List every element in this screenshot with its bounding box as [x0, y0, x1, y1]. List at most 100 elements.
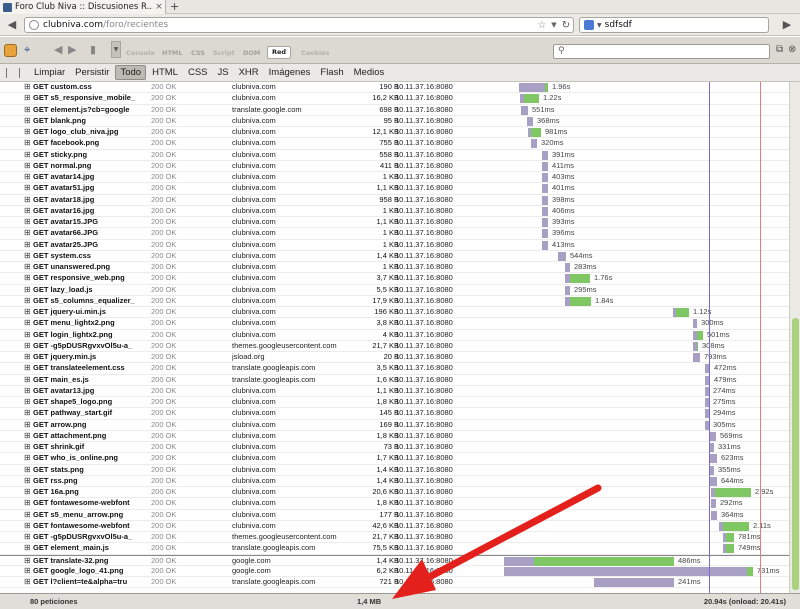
request-url[interactable]: GET jquery-ui.min.js: [33, 307, 147, 318]
request-url[interactable]: GET blank.png: [33, 116, 147, 127]
expand-row-icon[interactable]: ⊞: [24, 556, 32, 567]
request-url[interactable]: GET rss.png: [33, 476, 147, 487]
tab-consola[interactable]: Consola: [126, 49, 155, 57]
expand-row-icon[interactable]: ⊞: [24, 465, 32, 476]
request-row[interactable]: ⊞ GET main_es.js 200 OK translate.googleapi…: [0, 375, 789, 386]
tab-red[interactable]: Red: [267, 46, 292, 59]
request-url[interactable]: GET login_lightx2.png: [33, 330, 147, 341]
expand-row-icon[interactable]: ⊞: [24, 105, 32, 116]
request-row[interactable]: ⊞ GET attachment.png 200 OK clubniva.com 1,8…: [0, 431, 789, 442]
request-row[interactable]: ⊞ GET blank.png 200 OK clubniva.com 95 B 10.1…: [0, 116, 789, 127]
filter-css[interactable]: CSS: [184, 66, 212, 79]
request-url[interactable]: GET avatar51.jpg: [33, 183, 147, 194]
request-url[interactable]: GET fontawesome-webfont: [33, 498, 147, 509]
request-row[interactable]: ⊞ GET -g5pDUSRgvxvOl5u-a_ 200 OK themes.goo…: [0, 532, 789, 544]
request-row[interactable]: ⊞ GET avatar25.JPG 200 OK clubniva.com 1 KB 1…: [0, 240, 789, 251]
request-row[interactable]: ⊞ GET google_logo_41.png 200 OK google.com 6…: [0, 566, 789, 577]
expand-row-icon[interactable]: ⊞: [24, 93, 32, 104]
expand-row-icon[interactable]: ⊞: [24, 498, 32, 509]
inspect-element-icon[interactable]: ⌖: [24, 43, 30, 57]
expand-row-icon[interactable]: ⊞: [24, 285, 32, 296]
request-row[interactable]: ⊞ GET shape5_logo.png 200 OK clubniva.com 1,…: [0, 397, 789, 409]
request-row[interactable]: ⊞ GET who_is_online.png 200 OK clubniva.com…: [0, 453, 789, 465]
request-url[interactable]: GET s5_menu_arrow.png: [33, 510, 147, 521]
filter-xhr[interactable]: XHR: [235, 66, 263, 79]
request-row[interactable]: ⊞ GET element.js?cb=google 200 OK translate…: [0, 105, 789, 116]
request-url[interactable]: GET avatar13.jpg: [33, 386, 147, 397]
expand-row-icon[interactable]: ⊞: [24, 532, 32, 543]
detach-window-icon[interactable]: ⧉: [776, 44, 783, 55]
request-row[interactable]: ⊞ GET l?client=te&alpha=tru 200 OK translat…: [0, 577, 789, 589]
firebug-logo-icon[interactable]: [4, 44, 17, 57]
request-row[interactable]: ⊞ GET facebook.png 200 OK clubniva.com 755 B…: [0, 138, 789, 150]
request-url[interactable]: GET facebook.png: [33, 138, 147, 149]
request-url[interactable]: GET logo_club_niva.jpg: [33, 127, 147, 138]
request-row[interactable]: ⊞ GET translate-32.png 200 OK google.com 1,4…: [0, 554, 789, 567]
expand-row-icon[interactable]: ⊞: [24, 138, 32, 149]
request-url[interactable]: GET arrow.png: [33, 420, 147, 431]
request-url[interactable]: GET unanswered.png: [33, 262, 147, 273]
request-url[interactable]: GET main_es.js: [33, 375, 147, 386]
request-url[interactable]: GET -g5pDUSRgvxvOl5u-a_: [33, 532, 147, 543]
expand-row-icon[interactable]: ⊞: [24, 116, 32, 127]
expand-row-icon[interactable]: ⊞: [24, 476, 32, 487]
request-url[interactable]: GET attachment.png: [33, 431, 147, 442]
expand-row-icon[interactable]: ⊞: [24, 408, 32, 419]
request-url[interactable]: GET element_main.js: [33, 543, 147, 554]
request-row[interactable]: ⊞ GET avatar66.JPG 200 OK clubniva.com 1 KB 1…: [0, 228, 789, 240]
expand-row-icon[interactable]: ⊞: [24, 420, 32, 431]
expand-row-icon[interactable]: ⊞: [24, 375, 32, 386]
request-row[interactable]: ⊞ GET avatar16.jpg 200 OK clubniva.com 1 KB 1…: [0, 206, 789, 217]
expand-row-icon[interactable]: ⊞: [24, 183, 32, 194]
search-bar[interactable]: ▼ sdfsdf: [579, 17, 769, 33]
request-row[interactable]: ⊞ GET lazy_load.js 200 OK clubniva.com 5,5 K…: [0, 285, 789, 296]
request-row[interactable]: ⊞ GET 16a.png 200 OK clubniva.com 20,6 KB 10.…: [0, 487, 789, 499]
expand-row-icon[interactable]: ⊞: [24, 251, 32, 262]
close-firebug-icon[interactable]: ⊗: [788, 44, 796, 55]
request-url[interactable]: GET s5_columns_equalizer_: [33, 296, 147, 307]
expand-row-icon[interactable]: ⊞: [24, 217, 32, 228]
request-url[interactable]: GET normal.png: [33, 161, 147, 172]
request-row[interactable]: ⊞ GET responsive_web.png 200 OK clubniva.co…: [0, 273, 789, 285]
fb-breadcrumb-icon[interactable]: ▮: [90, 43, 96, 56]
request-url[interactable]: GET avatar66.JPG: [33, 228, 147, 239]
filter-medios[interactable]: Medios: [350, 66, 389, 79]
request-url[interactable]: GET fontawesome-webfont: [33, 521, 147, 532]
fb-back-icon[interactable]: ◀: [54, 43, 62, 56]
request-url[interactable]: GET responsive_web.png: [33, 273, 147, 284]
request-row[interactable]: ⊞ GET normal.png 200 OK clubniva.com 411 B 10…: [0, 161, 789, 172]
expand-row-icon[interactable]: ⊞: [24, 195, 32, 206]
request-url[interactable]: GET who_is_online.png: [33, 453, 147, 464]
expand-row-icon[interactable]: ⊞: [24, 318, 32, 329]
bookmark-star-icon[interactable]: ☆: [535, 20, 549, 31]
request-row[interactable]: ⊞ GET login_lightx2.png 200 OK clubniva.com…: [0, 330, 789, 341]
request-row[interactable]: ⊞ GET avatar15.JPG 200 OK clubniva.com 1,1 K…: [0, 217, 789, 229]
expand-row-icon[interactable]: ⊞: [24, 442, 32, 453]
request-url[interactable]: GET -g5pDUSRgvxvOl5u-a_: [33, 341, 147, 352]
url-bar[interactable]: clubniva.com /foro/recientes ☆ ▼ ↻: [24, 17, 574, 33]
expand-row-icon[interactable]: ⊞: [24, 228, 32, 239]
request-url[interactable]: GET avatar25.JPG: [33, 240, 147, 251]
request-row[interactable]: ⊞ GET rss.png 200 OK clubniva.com 1,4 KB 10.1…: [0, 476, 789, 487]
request-row[interactable]: ⊞ GET jquery.min.js 200 OK jsload.org 20 B 10…: [0, 352, 789, 364]
expand-row-icon[interactable]: ⊞: [24, 206, 32, 217]
tab-script[interactable]: Script: [213, 49, 235, 57]
expand-row-icon[interactable]: ⊞: [24, 453, 32, 464]
fb-forward-icon[interactable]: ▶: [68, 43, 76, 56]
tab-html[interactable]: HTML: [162, 49, 182, 57]
request-url[interactable]: GET pathway_start.gif: [33, 408, 147, 419]
request-url[interactable]: GET translateelement.css: [33, 363, 147, 374]
back-button[interactable]: ◀: [4, 17, 20, 33]
request-url[interactable]: GET avatar16.jpg: [33, 206, 147, 217]
reload-icon[interactable]: ↻: [559, 20, 573, 31]
request-url[interactable]: GET l?client=te&alpha=tru: [33, 577, 147, 588]
expand-row-icon[interactable]: ⊞: [24, 352, 32, 363]
url-history-dropdown-icon[interactable]: ▼: [549, 21, 559, 29]
expand-row-icon[interactable]: ⊞: [24, 150, 32, 161]
request-url[interactable]: GET google_logo_41.png: [33, 566, 147, 577]
expand-row-icon[interactable]: ⊞: [24, 487, 32, 498]
request-url[interactable]: GET avatar18.jpg: [33, 195, 147, 206]
request-row[interactable]: ⊞ GET avatar18.jpg 200 OK clubniva.com 958 B…: [0, 195, 789, 206]
request-row[interactable]: ⊞ GET shrink.gif 200 OK clubniva.com 73 B 10.…: [0, 442, 789, 454]
request-url[interactable]: GET jquery.min.js: [33, 352, 147, 363]
